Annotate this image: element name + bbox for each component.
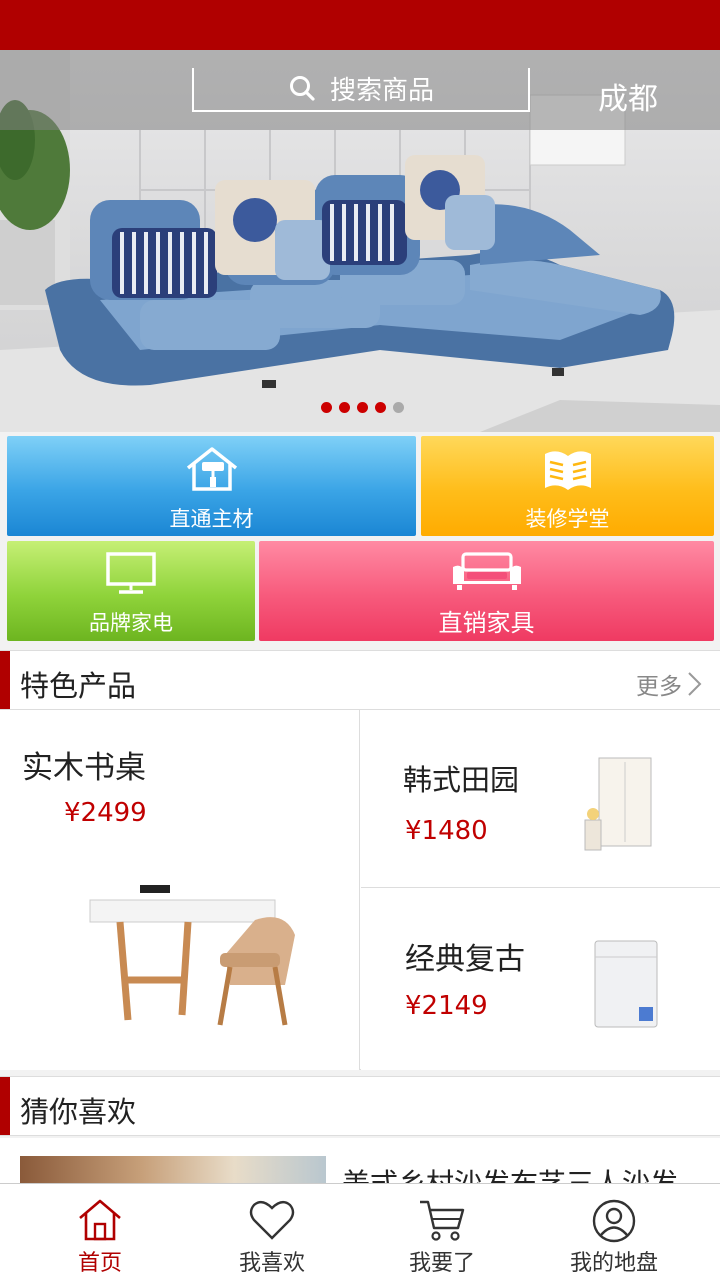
carousel-dot[interactable] <box>321 402 332 413</box>
section-title: 特色产品 <box>20 669 137 703</box>
featured-products-grid: 实木书桌 ¥2499 韩式田园 ¥1480 经典复古 ¥2149 <box>0 710 720 1070</box>
tab-favorites[interactable]: 我喜欢 <box>182 1184 362 1280</box>
desk-chair-image <box>89 885 295 1026</box>
tab-label: 我喜欢 <box>238 1251 305 1276</box>
search-bar-overlay: 搜索商品 成都 <box>0 50 720 130</box>
city-selector[interactable]: 成都 <box>598 74 658 118</box>
product-card[interactable]: 经典复古 ¥2149 <box>361 889 720 1070</box>
product-price: ¥2149 <box>405 991 488 1021</box>
search-placeholder: 搜索商品 <box>330 76 435 106</box>
featured-section-header: 特色产品 更多 <box>0 650 720 710</box>
category-label: 直销家具 <box>438 609 535 637</box>
carousel-dot[interactable] <box>393 402 404 413</box>
category-label: 直通主材 <box>169 507 254 531</box>
chevron-right-icon <box>688 672 702 696</box>
tab-label: 我要了 <box>408 1251 475 1276</box>
tab-cart[interactable]: 我要了 <box>352 1184 532 1280</box>
product-card[interactable]: 实木书桌 ¥2499 <box>0 710 360 1070</box>
bottom-tab-bar: 首页 我喜欢 我要了 我的地盘 <box>0 1183 720 1280</box>
carousel-indicator <box>321 402 404 413</box>
carousel-dot-active[interactable] <box>375 402 386 413</box>
category-label: 装修学堂 <box>525 507 610 531</box>
tab-label: 首页 <box>77 1251 122 1276</box>
category-tile-school[interactable]: 装修学堂 <box>421 436 714 536</box>
category-tile-materials[interactable]: 直通主材 <box>7 436 416 536</box>
more-label: 更多 <box>636 674 682 700</box>
section-title: 猜你喜欢 <box>20 1095 137 1129</box>
app-page: 搜索商品 成都 直通主材 装修学堂 品牌家电 直销家具 特色产品 更多 实木书桌… <box>0 0 720 1280</box>
tv-icon <box>106 552 156 594</box>
user-icon <box>592 1199 636 1243</box>
carousel-dot[interactable] <box>357 402 368 413</box>
category-tile-appliances[interactable]: 品牌家电 <box>7 541 255 641</box>
status-bar <box>0 0 720 50</box>
product-price: ¥1480 <box>405 816 488 846</box>
house-roller-icon <box>186 447 237 491</box>
tab-home[interactable]: 首页 <box>10 1184 190 1280</box>
tab-profile[interactable]: 我的地盘 <box>524 1184 704 1280</box>
open-book-icon <box>544 451 591 490</box>
list-item[interactable]: 美式乡村沙发布艺三人沙发 <box>0 1138 720 1188</box>
product-name: 经典复古 <box>405 942 525 977</box>
fridge-image <box>594 940 658 1028</box>
product-price: ¥2499 <box>64 798 147 828</box>
category-label: 品牌家电 <box>89 611 173 635</box>
tab-label: 我的地盘 <box>569 1251 658 1276</box>
section-accent-bar <box>0 651 10 709</box>
search-icon <box>290 76 315 101</box>
wardrobe-image <box>584 757 652 851</box>
cart-icon <box>420 1200 465 1241</box>
product-name: 实木书桌 <box>22 750 146 786</box>
more-link[interactable]: 更多 <box>636 667 702 701</box>
category-tile-furniture[interactable]: 直销家具 <box>259 541 714 641</box>
guess-section-header: 猜你喜欢 <box>0 1076 720 1136</box>
home-icon <box>79 1199 121 1241</box>
search-input[interactable]: 搜索商品 <box>192 68 530 112</box>
product-name: 韩式田园 <box>403 763 520 797</box>
carousel-dot[interactable] <box>339 402 350 413</box>
heart-icon <box>249 1200 295 1240</box>
hero-banner[interactable]: 搜索商品 成都 <box>0 50 720 432</box>
section-accent-bar <box>0 1077 10 1135</box>
sofa-icon <box>452 552 521 590</box>
product-card[interactable]: 韩式田园 ¥1480 <box>361 710 720 888</box>
